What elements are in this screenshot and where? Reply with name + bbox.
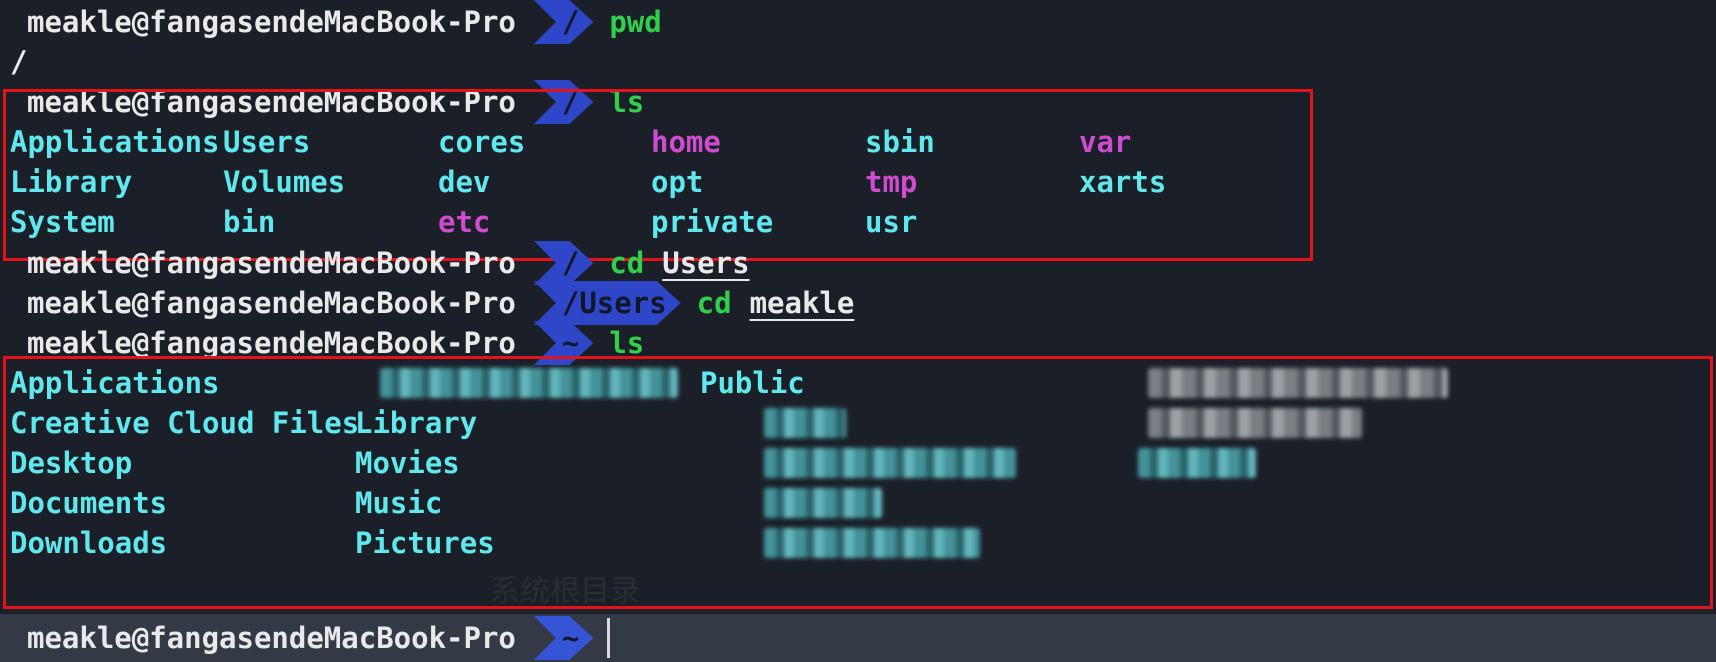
- prompt-user: meakle@fangasendeMacBook-Pro: [0, 5, 516, 39]
- text-cursor[interactable]: [607, 618, 610, 658]
- prompt-dir-segment: /: [534, 241, 593, 285]
- prompt-dir: /: [562, 5, 579, 39]
- prompt-line-cd-meakle: meakle@fangasendeMacBook-Pro /Users cd m…: [0, 281, 1716, 325]
- prompt-dir-segment: ~: [534, 616, 593, 660]
- command: cd: [609, 246, 644, 280]
- prompt-dir: /: [562, 246, 579, 280]
- prompt-line-pwd: meakle@fangasendeMacBook-Pro / pwd: [0, 0, 1716, 44]
- prompt-user: meakle@fangasendeMacBook-Pro: [0, 246, 516, 280]
- command: cd: [697, 286, 732, 320]
- prompt-dir-segment: /Users: [534, 281, 681, 325]
- prompt-dir: ~: [562, 621, 579, 655]
- prompt-dir: /Users: [562, 286, 667, 320]
- prompt-user: meakle@fangasendeMacBook-Pro: [0, 286, 516, 320]
- prompt-line-cd-users: meakle@fangasendeMacBook-Pro / cd Users: [0, 241, 1716, 285]
- highlight-box-home-listing: [3, 356, 1713, 609]
- pwd-output: /: [0, 45, 27, 79]
- command: pwd: [609, 5, 661, 39]
- prompt-user: meakle@fangasendeMacBook-Pro: [0, 326, 516, 360]
- prompt-dir: ~: [562, 326, 579, 360]
- terminal-window: meakle@fangasendeMacBook-Pro / pwd / mea…: [0, 0, 1716, 662]
- output-line-pwd: /: [0, 40, 1716, 84]
- active-prompt-line[interactable]: meakle@fangasendeMacBook-Pro ~: [0, 616, 1716, 660]
- command-argument: meakle: [750, 286, 855, 320]
- prompt-user: meakle@fangasendeMacBook-Pro: [0, 621, 516, 655]
- command: ls: [609, 326, 644, 360]
- prompt-dir-segment: /: [534, 0, 593, 44]
- command-argument: Users: [662, 246, 749, 280]
- highlight-box-root-listing: [3, 89, 1313, 261]
